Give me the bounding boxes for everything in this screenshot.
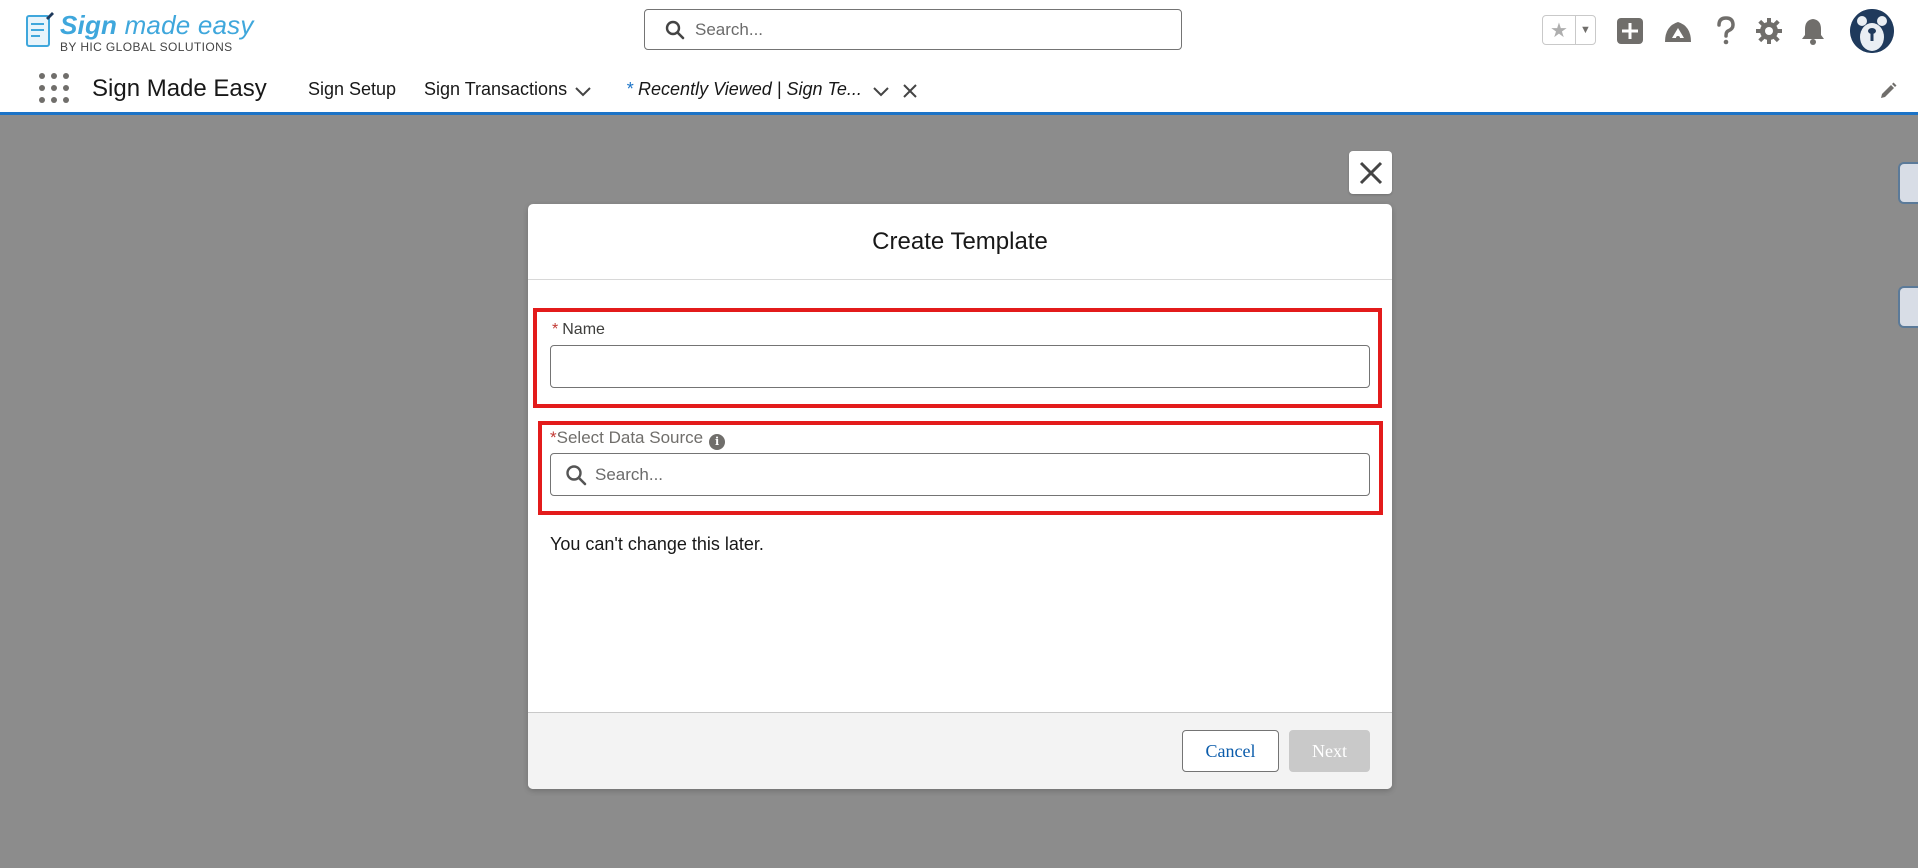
chevron-down-icon[interactable] (574, 86, 592, 98)
helper-text: You can't change this later. (550, 534, 764, 554)
info-icon[interactable]: i (709, 433, 726, 450)
search-icon (566, 464, 587, 485)
app-launcher-icon[interactable] (39, 73, 69, 103)
app-nav-bar: Sign Made Easy Sign Setup Sign Transacti… (0, 62, 1918, 115)
global-search-input[interactable]: Search... (644, 9, 1182, 50)
nav-item-sign-setup[interactable]: Sign Setup (308, 79, 396, 100)
name-input[interactable] (550, 345, 1370, 388)
next-button[interactable]: Next (1289, 730, 1370, 772)
cancel-button[interactable]: Cancel (1182, 730, 1279, 772)
chevron-down-icon[interactable] (872, 86, 890, 98)
global-search-placeholder: Search... (695, 19, 764, 39)
close-icon (1359, 161, 1382, 184)
trailhead-icon[interactable] (1663, 16, 1693, 46)
data-source-search-input[interactable]: Search... (550, 453, 1370, 496)
add-icon[interactable] (1615, 16, 1645, 46)
global-header: Sign made easy BY HIC GLOBAL SOLUTIONS S… (0, 0, 1918, 62)
star-icon[interactable]: ★ (1543, 16, 1576, 44)
data-source-placeholder: Search... (595, 464, 664, 484)
document-sign-icon (26, 12, 54, 47)
chevron-down-icon[interactable]: ▼ (1576, 16, 1595, 44)
search-icon (665, 20, 685, 39)
name-label: * Name (552, 321, 605, 338)
modal-close-button[interactable] (1349, 151, 1392, 194)
help-icon[interactable] (1711, 16, 1741, 46)
modal-title: Create Template (872, 227, 1048, 255)
setup-gear-icon[interactable] (1754, 16, 1784, 46)
utility-side-tab[interactable] (1898, 286, 1918, 328)
create-template-modal: Create Template * Name *Select Data Sourc… (528, 204, 1392, 789)
nav-item-sign-transactions[interactable]: Sign Transactions (424, 79, 567, 100)
edit-pencil-icon[interactable] (1879, 82, 1897, 100)
modal-header: Create Template (528, 204, 1392, 280)
close-tab-icon[interactable] (902, 83, 918, 99)
favorites-button-group: ★ ▼ (1542, 15, 1596, 45)
app-logo[interactable]: Sign made easy BY HIC GLOBAL SOLUTIONS (24, 10, 254, 54)
logo-subtitle: BY HIC GLOBAL SOLUTIONS (60, 39, 233, 54)
avatar[interactable] (1850, 9, 1894, 53)
tab-recently-viewed[interactable]: * Recently Viewed | Sign Te... (626, 79, 862, 100)
logo-title: Sign made easy (60, 9, 254, 40)
user-avatar-icon (1850, 9, 1894, 53)
app-name: Sign Made Easy (92, 75, 267, 102)
data-source-label: *Select Data Source i (550, 428, 726, 450)
notification-bell-icon[interactable] (1798, 16, 1828, 46)
utility-side-tab[interactable] (1898, 162, 1918, 204)
modal-footer: Cancel Next (528, 712, 1392, 789)
